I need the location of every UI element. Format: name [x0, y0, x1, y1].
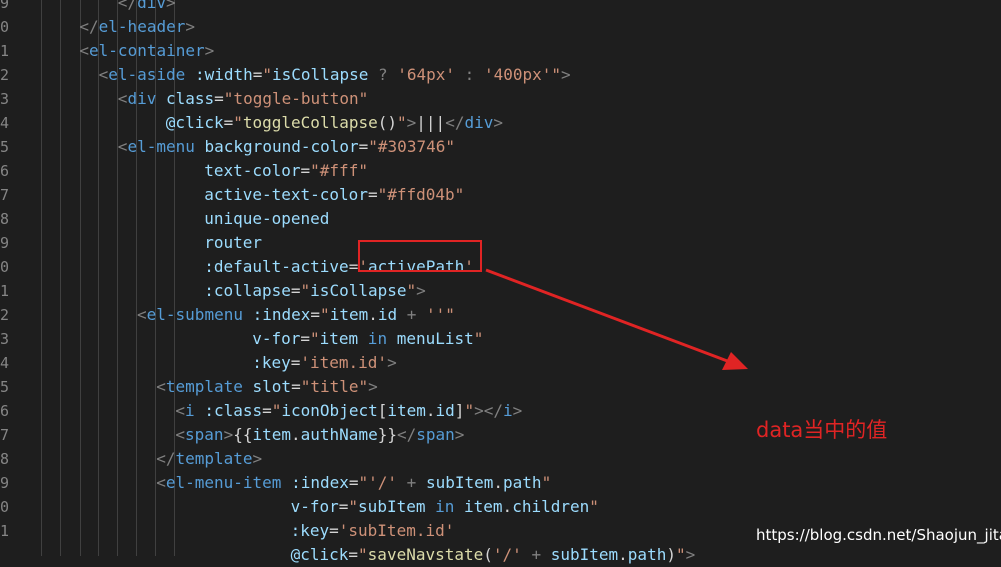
watermark: https://blog.csdn.net/Shaojun_jita — [756, 526, 1001, 544]
code-editor[interactable]: 90123456789012345678901 </div> </el-heade… — [0, 0, 1001, 564]
annotation-label: data当中的值 — [756, 418, 888, 442]
annotation-arrow — [485, 268, 748, 370]
